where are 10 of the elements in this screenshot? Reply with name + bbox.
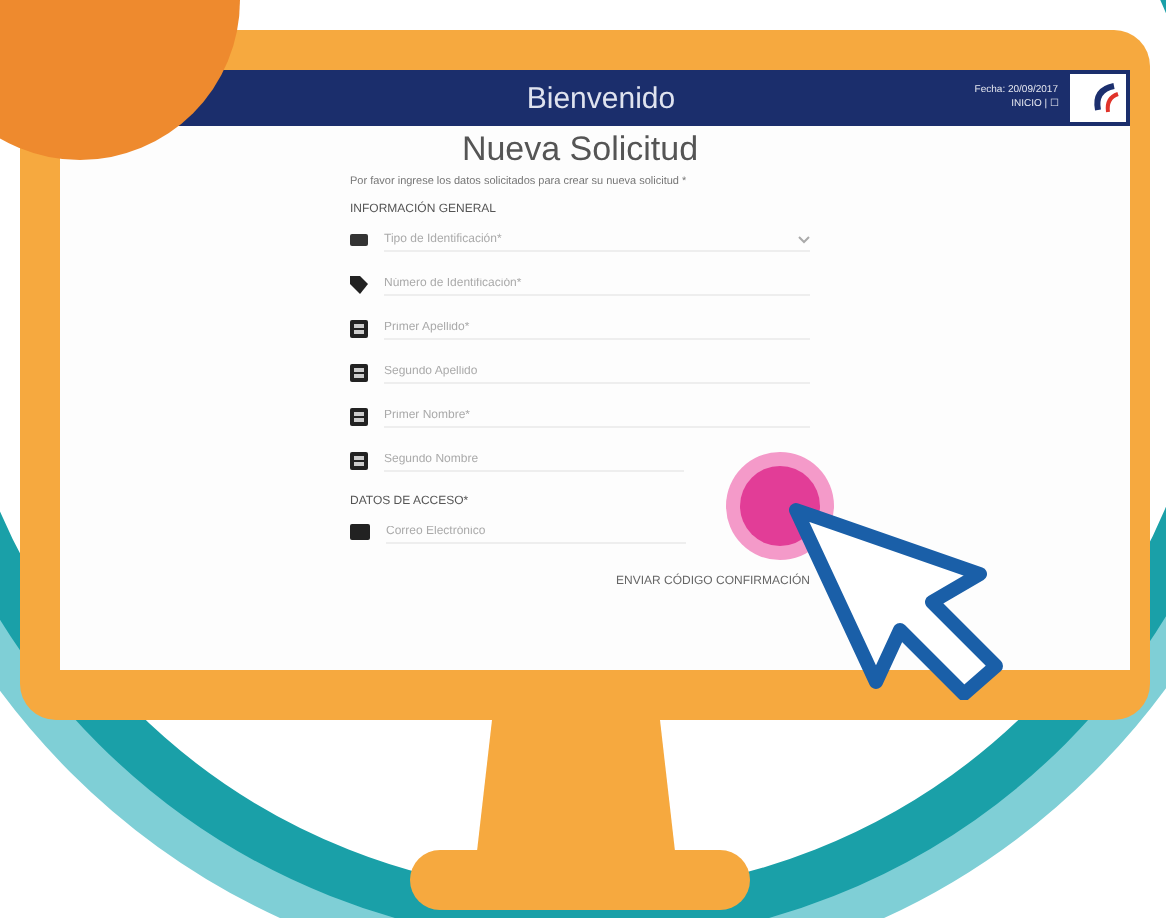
header-title: Bienvenido	[526, 81, 676, 115]
id-card-icon	[350, 232, 368, 248]
envelope-icon	[350, 524, 370, 540]
contact-card-icon	[350, 319, 368, 337]
contact-card-icon	[350, 363, 368, 381]
form-title: Nueva Solicitud	[459, 130, 701, 170]
chevron-down-icon	[798, 235, 810, 243]
tag-icon	[350, 275, 368, 293]
contact-card-icon	[350, 407, 368, 425]
contact-card-icon	[350, 451, 368, 469]
